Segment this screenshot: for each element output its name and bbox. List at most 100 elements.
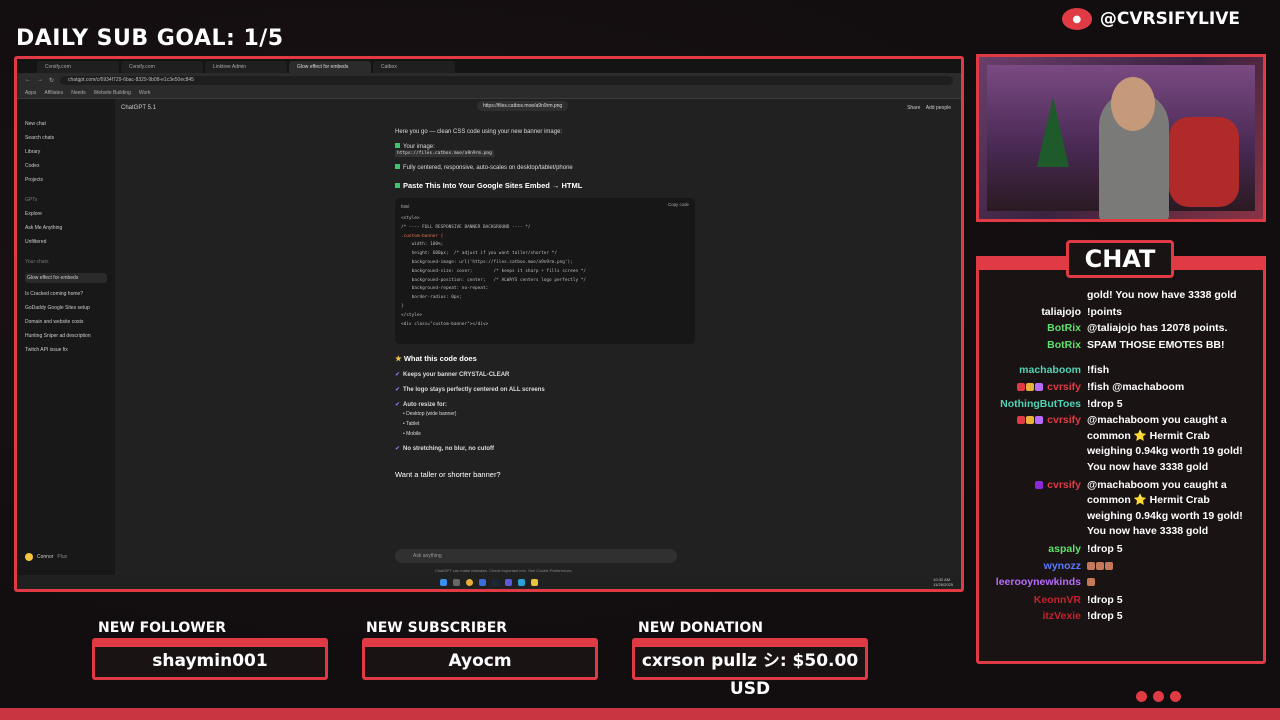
bookmark-item[interactable]: Website Building xyxy=(94,90,131,96)
chat-message: BotRix SPAM THOSE EMOTES BB! xyxy=(986,338,1258,354)
forward-icon[interactable]: → xyxy=(37,77,43,83)
chat-username: leerooynewkinds xyxy=(995,576,1081,589)
chat-title: CHAT xyxy=(1066,240,1174,278)
copy-code-button[interactable]: Copy code xyxy=(668,202,689,207)
model-selector[interactable]: ChatGPT 5.1 xyxy=(121,105,156,111)
bookmark-item[interactable]: Work xyxy=(139,90,151,96)
webcam-feed xyxy=(976,54,1266,222)
chat-message: aspaly !drop 5 xyxy=(986,542,1258,558)
assistant-response: Here you go — clean CSS code using your … xyxy=(395,129,695,487)
new-follower-alert: NEW FOLLOWER shaymin001 xyxy=(92,620,328,680)
new-donation-alert: NEW DONATION cxrson pullz シ: $50.00 USD xyxy=(632,620,868,699)
device-text: Desktop (wide banner) xyxy=(406,411,457,417)
point-line: ✔ Keeps your banner CRYSTAL-CLEAR xyxy=(395,371,695,378)
sidebar-chat-item[interactable]: Domain and website costs xyxy=(25,319,107,325)
app-icon[interactable] xyxy=(505,578,512,586)
chat-text: SPAM THOSE EMOTES BB! xyxy=(1087,338,1225,351)
chat-username: BotRix xyxy=(1047,338,1081,351)
christmas-tree xyxy=(1037,97,1069,167)
sidebar-codex[interactable]: Codex xyxy=(25,163,107,169)
app-icon[interactable] xyxy=(518,578,525,586)
bookmark-item[interactable]: Needs xyxy=(71,90,85,96)
add-people-button[interactable]: Add people xyxy=(926,105,951,111)
browser-tab[interactable]: Cvrsify.com xyxy=(37,61,119,73)
chat-text: !drop 5 xyxy=(1087,593,1123,606)
check-box-icon xyxy=(395,183,400,188)
header-actions: Share Add people xyxy=(907,105,951,111)
user-name: Connor xyxy=(37,554,54,560)
avatar xyxy=(25,553,33,561)
code-language: html xyxy=(401,204,410,209)
windows-taskbar: 10:32 AM 11/26/2025 xyxy=(17,575,961,589)
sidebar-chat-item[interactable]: Glow effect for embeds xyxy=(25,273,107,283)
chat-username: KeonnVR xyxy=(1033,593,1081,606)
share-button[interactable]: Share xyxy=(907,105,920,111)
checkmark-icon: ✔ xyxy=(395,446,401,452)
browser-tab-strip: Cvrsify.com Cvrsify.com Linktree Admin G… xyxy=(17,59,961,73)
app-icon[interactable] xyxy=(479,578,486,586)
url-field[interactable]: chatgpt.com/c/6934f729-6bac-8329-9b08-e1… xyxy=(60,75,953,85)
gaming-chair xyxy=(1169,117,1239,207)
browser-tab[interactable]: Catbox xyxy=(373,61,455,73)
code-line: <style> xyxy=(401,216,420,221)
bookmark-item[interactable]: Affiliates xyxy=(44,90,63,96)
dot xyxy=(1153,691,1164,702)
sidebar-chat-item[interactable]: Twitch API issue fix xyxy=(25,347,107,353)
sidebar-library[interactable]: Library xyxy=(25,149,107,155)
steam-icon[interactable] xyxy=(492,578,499,586)
conversation-panel: ChatGPT 5.1 https://files.catbox.moe/a9n… xyxy=(115,99,961,575)
channel-handle: ● @CVRSIFYLIVE xyxy=(1061,8,1240,30)
centered-note-line: Fully centered, responsive, auto-scales … xyxy=(395,164,695,171)
ask-input[interactable]: Ask anything xyxy=(395,549,677,563)
search-icon[interactable] xyxy=(453,578,460,586)
code-line: width: 100%; xyxy=(401,242,444,248)
browser-tab[interactable]: Linktree Admin xyxy=(205,61,287,73)
clock-date: 11/26/2025 xyxy=(933,582,953,587)
decorative-dots xyxy=(1136,691,1181,702)
sidebar-unfiltered[interactable]: Unfiltered xyxy=(25,239,107,245)
emote-icon xyxy=(1087,578,1095,587)
device-item: • Desktop (wide banner) xyxy=(403,411,457,417)
sidebar-explore[interactable]: Explore xyxy=(25,211,107,217)
chat-username: itzVexie xyxy=(1042,610,1081,623)
streamer-head xyxy=(1111,77,1155,131)
device-item: • Tablet xyxy=(403,421,420,427)
chat-username: wynozz xyxy=(1043,559,1081,572)
record-icon: ● xyxy=(1061,8,1092,30)
chat-message: taliajojo !points xyxy=(986,305,1258,321)
windows-start-icon[interactable] xyxy=(440,578,447,586)
chat-text: !drop 5 xyxy=(1087,610,1123,623)
sidebar-projects[interactable]: Projects xyxy=(25,177,107,183)
back-icon[interactable]: ← xyxy=(25,77,31,83)
sidebar-chat-item[interactable]: Hunting Sniper ad description xyxy=(25,333,107,339)
user-profile[interactable]: Connor Plus xyxy=(25,553,67,561)
code-line: background-position: center; /* ALWAYS c… xyxy=(401,277,587,283)
chat-messages: gold! You now have 3338 gold taliajojo !p… xyxy=(986,288,1258,626)
bookmark-item[interactable]: Apps xyxy=(25,90,36,96)
chat-username: cvrsify xyxy=(986,413,1087,475)
alert-value: Ayocm xyxy=(362,638,598,680)
sidebar-search[interactable]: Search chats xyxy=(25,135,107,141)
sidebar-chat-item[interactable]: GoDaddy Google Sites setup xyxy=(25,305,107,311)
chatgpt-app: New chat Search chats Library Codex Proj… xyxy=(17,99,961,575)
image-url[interactable]: https://files.catbox.moe/a9n9rm.png xyxy=(395,150,494,157)
user-plan: Plus xyxy=(57,554,68,560)
code-line: height: 600px; /* adjust if you want tal… xyxy=(401,251,557,257)
chat-username: NothingButToes xyxy=(1000,397,1081,410)
response-intro: Here you go — clean CSS code using your … xyxy=(395,129,563,135)
chatgpt-sidebar: New chat Search chats Library Codex Proj… xyxy=(17,99,115,575)
star-icon: ★ xyxy=(395,354,404,363)
clock: 10:32 AM 11/26/2025 xyxy=(933,577,953,587)
chrome-icon[interactable] xyxy=(466,578,473,586)
chat-username: aspaly xyxy=(1048,542,1081,555)
emote-icon xyxy=(1096,561,1104,570)
sidebar-ask-me-anything[interactable]: Ask Me Anything xyxy=(25,225,107,231)
folder-icon[interactable] xyxy=(531,578,538,586)
browser-tab-active[interactable]: Glow effect for embeds xyxy=(289,61,371,73)
browser-tab[interactable]: Cvrsify.com xyxy=(121,61,203,73)
user-message-link: https://files.catbox.moe/a9n9rm.png xyxy=(477,101,569,111)
reload-icon[interactable]: ↻ xyxy=(49,77,54,84)
sidebar-chat-item[interactable]: Is Cracked coming home? xyxy=(25,291,107,297)
sidebar-new-chat[interactable]: New chat xyxy=(25,121,107,127)
what-heading-text: What this code does xyxy=(403,354,477,363)
